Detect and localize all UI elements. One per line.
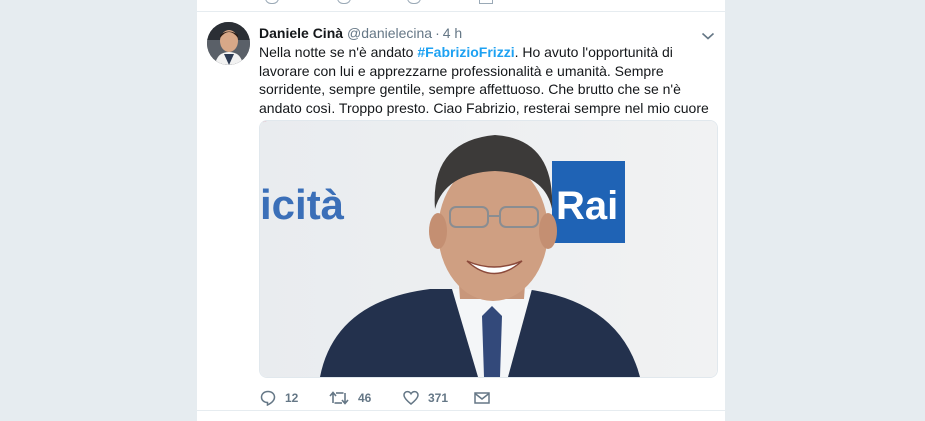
retweet-count: 46: [358, 391, 372, 405]
header-separator: ·: [435, 25, 440, 41]
author-handle[interactable]: @danielecina: [347, 25, 432, 41]
envelope-icon: [474, 391, 490, 405]
photo-backdrop-text-left: icità: [260, 181, 345, 228]
previous-reply-icon[interactable]: [265, 0, 295, 6]
tweet-header: Daniele Cinà @danielecina · 4 h: [259, 24, 462, 42]
tweet-divider: [197, 410, 725, 411]
reply-button[interactable]: 12: [260, 388, 298, 408]
previous-retweet-icon[interactable]: [337, 0, 377, 6]
reply-icon: [260, 390, 276, 406]
tweet[interactable]: Daniele Cinà @danielecina · 4 h Nella notte…: [197, 12, 725, 410]
like-button[interactable]: 371: [403, 388, 448, 408]
author-name[interactable]: Daniele Cinà: [259, 25, 343, 41]
retweet-button[interactable]: 46: [329, 388, 371, 408]
chevron-down-icon[interactable]: [701, 28, 715, 40]
previous-like-icon[interactable]: [407, 0, 447, 6]
previous-tweet-actions: [197, 0, 725, 12]
like-icon: [403, 390, 419, 406]
direct-message-button[interactable]: [474, 388, 490, 408]
hashtag-link[interactable]: #FabrizioFrizzi: [417, 44, 514, 60]
tweet-text-start: Nella notte se n'è andato: [259, 44, 418, 60]
like-count: 371: [428, 391, 449, 405]
timeline-column: Daniele Cinà @danielecina · 4 h Nella notte…: [197, 0, 725, 421]
reply-count: 12: [285, 391, 299, 405]
avatar[interactable]: [207, 22, 250, 65]
tweet-timestamp[interactable]: 4 h: [443, 25, 462, 41]
tweet-photo[interactable]: icità Rai: [259, 120, 718, 378]
photo-backdrop-text-right: Rai: [556, 184, 618, 228]
retweet-icon: [329, 390, 349, 406]
tweet-actions: 12 46 371: [259, 388, 659, 408]
previous-envelope-icon[interactable]: [479, 0, 493, 6]
